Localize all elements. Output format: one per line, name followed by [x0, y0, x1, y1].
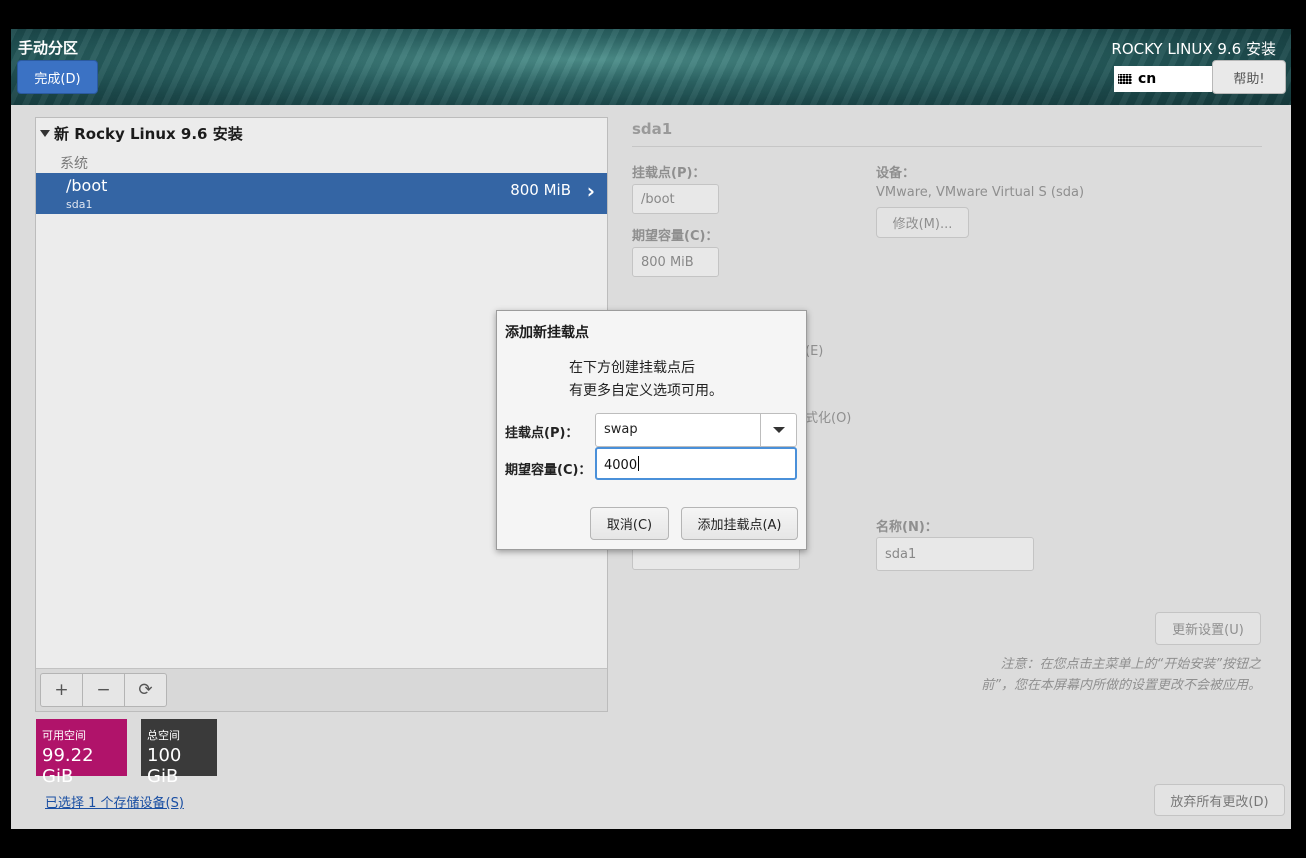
desired-capacity-field[interactable]: 800 MiB	[632, 247, 719, 277]
total-space-label: 总空间	[147, 729, 180, 742]
partition-device: sda1	[66, 198, 93, 211]
cancel-button[interactable]: 取消(C)	[590, 507, 669, 540]
detail-divider	[632, 146, 1262, 147]
device-value: VMware, VMware Virtual S (sda)	[876, 185, 1085, 200]
name-field[interactable]: sda1	[876, 537, 1034, 571]
distro-title: ROCKY LINUX 9.6 安装	[1111, 40, 1276, 58]
text-caret	[638, 456, 640, 471]
available-space-label: 可用空间	[42, 729, 86, 742]
partition-tool-group: + − ⟳	[40, 673, 167, 707]
modify-device-button[interactable]: 修改(M)...	[876, 207, 969, 238]
update-settings-button[interactable]: 更新设置(U)	[1155, 612, 1261, 645]
dialog-title: 添加新挂载点	[505, 325, 589, 341]
selected-storage-link[interactable]: 已选择 1 个存储设备(S)	[45, 792, 184, 811]
dropdown-toggle[interactable]	[760, 414, 796, 446]
dialog-description-line2: 有更多自定义选项可用。	[569, 383, 723, 399]
dialog-description-line1: 在下方创建挂载点后	[569, 360, 695, 376]
keyboard-icon	[1118, 74, 1132, 84]
system-category-label: 系统	[60, 156, 88, 172]
header-bar: 手动分区 完成(D) ROCKY LINUX 9.6 安装 cn 帮助!	[11, 29, 1291, 105]
add-mount-point-button[interactable]: 添加挂载点(A)	[681, 507, 798, 540]
add-mount-point-dialog: 添加新挂载点 在下方创建挂载点后 有更多自定义选项可用。 挂载点(P)： swa…	[496, 310, 807, 550]
total-space-value: 100 GiB	[147, 745, 182, 787]
partition-size: 800 MiB	[510, 181, 571, 199]
keyboard-layout-indicator[interactable]: cn	[1114, 66, 1212, 92]
partition-mount: /boot	[66, 176, 108, 195]
chevron-down-icon	[772, 427, 785, 433]
mount-point-field[interactable]: /boot	[632, 184, 719, 214]
spoke-title: 手动分区	[18, 39, 79, 57]
install-group-header[interactable]: 新 Rocky Linux 9.6 安装	[40, 123, 243, 144]
help-button[interactable]: 帮助!	[1212, 60, 1286, 94]
desired-capacity-label: 期望容量(C)：	[632, 229, 719, 244]
add-partition-button[interactable]: +	[41, 674, 83, 706]
encrypt-checkbox-label-partial: (E)	[805, 344, 824, 359]
available-space-box: 可用空间 99.22 GiB	[36, 719, 127, 787]
done-button[interactable]: 完成(D)	[17, 60, 98, 94]
dialog-capacity-label: 期望容量(C)：	[505, 463, 592, 478]
device-label: 设备：	[876, 166, 916, 181]
partition-detail-title: sda1	[632, 120, 673, 138]
keyboard-layout-label: cn	[1138, 71, 1157, 87]
installer-window: 手动分区 完成(D) ROCKY LINUX 9.6 安装 cn 帮助! 新 R…	[11, 29, 1291, 829]
settings-note: 注意：在您点击主菜单上的“开始安装”按钮之前”，您在本屏幕内所做的设置更改不会被…	[981, 657, 1261, 693]
install-title: 新 Rocky Linux 9.6 安装	[54, 125, 243, 143]
total-space-box: 总空间 100 GiB	[141, 719, 217, 787]
dialog-mount-point-label: 挂载点(P)：	[505, 426, 579, 441]
expander-triangle-icon	[40, 130, 50, 137]
partition-row[interactable]: /boot sda1 800 MiB ›	[36, 173, 607, 214]
mount-point-combobox-value[interactable]: swap	[604, 422, 638, 437]
chevron-right-icon: ›	[586, 179, 595, 203]
remove-partition-button[interactable]: −	[83, 674, 125, 706]
available-space-value: 99.22 GiB	[42, 745, 94, 787]
partition-toolbar: + − ⟳	[36, 668, 607, 711]
refresh-icon[interactable]: ⟳	[125, 674, 166, 706]
mount-point-label: 挂载点(P)：	[632, 166, 706, 181]
dialog-description: 在下方创建挂载点后 有更多自定义选项可用。	[569, 357, 723, 403]
mount-point-combobox[interactable]: swap	[595, 413, 797, 447]
reformat-checkbox-label-partial: 式化(O)	[805, 411, 852, 426]
discard-changes-button[interactable]: 放弃所有更改(D)	[1154, 784, 1285, 816]
name-label: 名称(N)：	[876, 520, 938, 535]
desired-capacity-input-value: 4000	[604, 458, 638, 473]
desired-capacity-input[interactable]: 4000	[595, 447, 797, 480]
